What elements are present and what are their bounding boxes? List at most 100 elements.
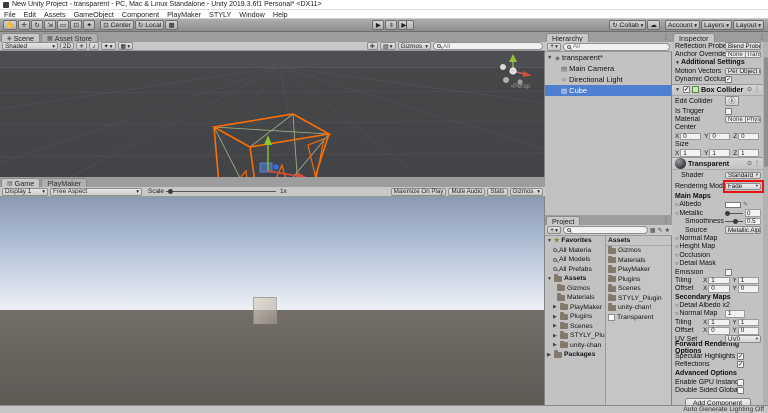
play-button[interactable] — [372, 20, 385, 30]
account-dropdown[interactable]: Account — [664, 20, 701, 30]
source-dropdown[interactable]: Metallic Alpha — [725, 226, 761, 234]
smoothness-slider[interactable] — [725, 218, 743, 226]
add-component-button[interactable]: Add Component — [684, 397, 751, 405]
albedo-color-swatch[interactable] — [725, 201, 741, 209]
orientation-toggle-button[interactable]: Local — [134, 20, 165, 30]
scene-audio-toggle-icon[interactable] — [89, 42, 99, 50]
favorites-root[interactable]: ▼Favorites — [545, 236, 605, 246]
menu-gameobject[interactable]: GameObject — [74, 10, 114, 19]
menu-playmaker[interactable]: PlayMaker — [167, 10, 201, 19]
box-collider-header[interactable]: ▼ Box Collider — [672, 83, 763, 96]
lighting-status[interactable]: Auto Generate Lighting Off — [683, 406, 764, 413]
shader-dropdown[interactable]: Standard — [725, 171, 761, 180]
uv-set-dropdown[interactable]: UV0 — [725, 335, 761, 343]
hierarchy-create-button[interactable]: + — [547, 42, 561, 51]
favorite-all-prefabs[interactable]: All Prefabs — [545, 265, 605, 275]
double-sided-checkbox[interactable] — [737, 387, 744, 395]
favorite-all-models[interactable]: All Models — [545, 255, 605, 265]
material-header[interactable]: Transparent — [672, 157, 763, 171]
scene-orientation-gizmo[interactable] — [492, 53, 536, 87]
favorite-all-materials[interactable]: All Materia — [545, 246, 605, 256]
tree-folder-styly[interactable]: ▶ STYLY_Plu — [545, 331, 605, 341]
foldout-icon[interactable]: ▼ — [547, 55, 553, 61]
hierarchy-item-directional-light[interactable]: Directional Light — [545, 74, 671, 85]
rect-tool-icon[interactable] — [57, 20, 70, 30]
mute-audio-button[interactable]: Mute Audio — [448, 187, 486, 196]
hierarchy-item-main-camera[interactable]: Main Camera — [545, 63, 671, 74]
tiling2-x-field[interactable]: 1 — [708, 318, 730, 327]
menu-assets[interactable]: Assets — [44, 10, 66, 19]
content-folder-gizmos[interactable]: Gizmos — [606, 246, 671, 256]
content-folder-playmaker[interactable]: PlayMaker — [606, 265, 671, 275]
dynamic-occlusion-checkbox[interactable] — [725, 76, 732, 84]
step-button[interactable] — [398, 20, 415, 30]
tree-folder-playmaker[interactable]: ▶ PlayMaker — [545, 302, 605, 313]
tree-folder-gizmos[interactable]: Gizmos — [545, 283, 605, 294]
tab-asset-store[interactable]: Asset Store — [41, 33, 98, 43]
selected-cube-wireframe[interactable] — [200, 107, 340, 177]
save-search-icon[interactable] — [665, 227, 670, 234]
offset2-x-field[interactable]: 0 — [708, 326, 730, 335]
menu-help[interactable]: Help — [273, 10, 288, 19]
scene-search-input[interactable] — [443, 43, 539, 49]
pause-button[interactable] — [385, 20, 398, 30]
gpu-instancing-checkbox[interactable] — [737, 378, 744, 386]
help-icon[interactable] — [747, 160, 752, 167]
component-menu-icon[interactable] — [754, 160, 760, 167]
reflection-probes-dropdown[interactable]: Blend Probes — [725, 42, 761, 50]
rotate-tool-icon[interactable] — [31, 20, 44, 30]
size-y-field[interactable]: 1 — [709, 149, 731, 157]
normal-map2-value-field[interactable]: 1 — [725, 310, 745, 318]
hierarchy-scene-row[interactable]: ▼ transparent* — [545, 52, 671, 63]
eyedropper-icon[interactable] — [743, 201, 748, 208]
menu-component[interactable]: Component — [122, 10, 159, 19]
project-menu-icon[interactable] — [663, 217, 669, 224]
search-by-label-icon[interactable] — [658, 227, 663, 234]
physic-material-object-field[interactable]: None (Physic Mat — [725, 115, 761, 124]
transform-tool-icon[interactable] — [70, 20, 83, 30]
packages-root[interactable]: ▶ Packages — [545, 350, 605, 360]
scrollbar-thumb[interactable] — [763, 57, 768, 167]
tab-hierarchy[interactable]: Hierarchy — [546, 33, 589, 43]
scene-tools-icon[interactable] — [366, 42, 378, 50]
reflections-checkbox[interactable] — [737, 361, 744, 369]
scene-gizmos-dropdown[interactable]: Gizmos — [397, 42, 431, 50]
hand-tool-icon[interactable] — [3, 20, 18, 30]
offset2-y-field[interactable]: 0 — [737, 326, 759, 335]
center-x-field[interactable]: 0 — [680, 132, 702, 141]
content-folder-plugins[interactable]: Plugins — [606, 274, 671, 285]
center-z-field[interactable]: 0 — [738, 132, 760, 141]
scene-visibility-grid-dropdown[interactable] — [117, 42, 134, 50]
toggle-2d-button[interactable]: 2D — [60, 42, 74, 50]
tree-folder-plugins[interactable]: ▶ Plugins — [545, 312, 605, 322]
scene-fx-dropdown[interactable] — [100, 42, 116, 50]
motion-vectors-dropdown[interactable]: Per Object Motion — [725, 67, 761, 76]
size-z-field[interactable]: 1 — [738, 149, 760, 157]
additional-settings-header[interactable]: ▼ Additional Settings — [672, 59, 763, 67]
custom-tool-icon[interactable] — [83, 20, 96, 30]
project-create-button[interactable]: + — [547, 226, 561, 234]
content-folder-styly-plugin[interactable]: STYLY_Plugin — [606, 293, 671, 304]
tree-folder-scenes[interactable]: ▶ Scenes — [545, 321, 605, 332]
project-search[interactable] — [562, 226, 648, 234]
inspector-menu-icon[interactable] — [759, 34, 765, 41]
tab-game[interactable]: Game — [1, 178, 41, 188]
center-y-field[interactable]: 0 — [709, 132, 731, 141]
content-folder-materials[interactable]: Materials — [606, 255, 671, 266]
tiling2-y-field[interactable]: 1 — [737, 318, 759, 327]
scale-slider[interactable] — [166, 188, 276, 196]
emission-checkbox[interactable] — [725, 268, 732, 276]
assets-root[interactable]: ▼ Assets — [545, 274, 605, 284]
pivot-toggle-button[interactable]: Center — [100, 20, 134, 30]
snap-button[interactable] — [165, 20, 178, 30]
tab-inspector[interactable]: Inspector — [673, 33, 715, 43]
scene-viewport[interactable]: Persp — [0, 51, 545, 177]
aspect-dropdown[interactable]: Free Aspect — [50, 187, 142, 196]
anchor-override-object-field[interactable]: None (Transform) — [725, 50, 761, 59]
hierarchy-menu-icon[interactable] — [663, 34, 669, 41]
is-trigger-checkbox[interactable] — [725, 107, 732, 115]
tab-scene[interactable]: Scene — [1, 33, 41, 43]
box-collider-enabled-checkbox[interactable] — [682, 86, 690, 94]
metallic-value-field[interactable]: 0 — [745, 209, 761, 218]
specular-highlights-checkbox[interactable] — [737, 353, 744, 361]
